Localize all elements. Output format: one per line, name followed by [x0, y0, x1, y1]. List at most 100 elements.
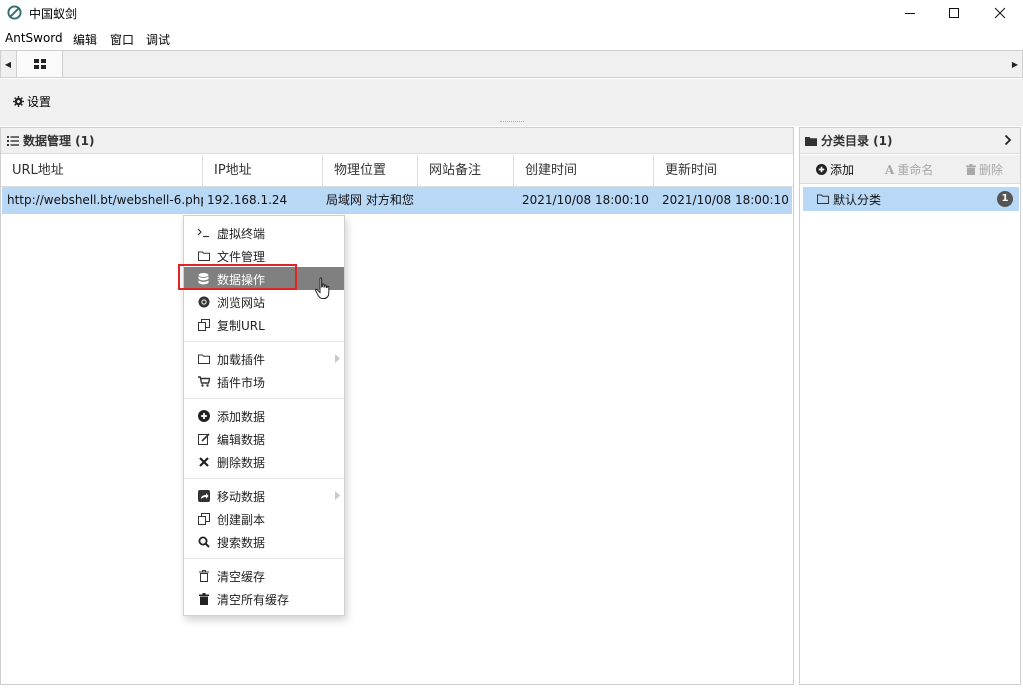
tab-home[interactable] — [16, 51, 63, 77]
category-panel: 分类目录 (1) 添加 A 重命名 删除 默认分类 1 — [799, 127, 1021, 685]
search-icon — [197, 535, 210, 548]
menu-item-delete-data[interactable]: 删除数据 — [184, 450, 344, 473]
menu-item-create-copy[interactable]: 创建副本 — [184, 507, 344, 530]
edit-icon — [197, 432, 210, 445]
menu-separator — [184, 558, 344, 559]
category-item-label: 默认分类 — [833, 192, 882, 207]
menu-item-plugin-market[interactable]: 插件市场 — [184, 370, 344, 393]
cell-created: 2021/10/08 18:00:10 — [522, 193, 649, 207]
menu-antsword[interactable]: AntSword — [5, 31, 63, 45]
grid-header: URL地址 IP地址 物理位置 网站备注 创建时间 更新时间 — [1, 155, 793, 187]
settings-label: 设置 — [27, 95, 52, 109]
menu-item-load-plugin[interactable]: 加载插件 — [184, 347, 344, 370]
trash-icon — [966, 164, 976, 175]
menu-item-label: 创建副本 — [217, 513, 266, 527]
folder-outline-icon — [817, 194, 829, 204]
font-icon: A — [885, 162, 895, 177]
menu-edit[interactable]: 编辑 — [73, 31, 97, 48]
delete-category-button[interactable]: 删除 — [966, 161, 1003, 178]
menu-item-label: 虚拟终端 — [217, 227, 266, 241]
add-category-button[interactable]: 添加 — [816, 161, 854, 178]
minimize-icon — [905, 13, 915, 14]
column-ip[interactable]: IP地址 — [203, 155, 323, 186]
list-icon — [7, 135, 19, 146]
menu-bar: AntSword 编辑 窗口 调试 — [0, 28, 1023, 48]
share-icon — [197, 489, 210, 502]
menu-debug[interactable]: 调试 — [146, 31, 170, 48]
plus-circle-icon — [197, 409, 210, 422]
delete-category-label: 删除 — [979, 163, 1004, 177]
close-icon — [994, 7, 1006, 19]
maximize-icon — [949, 8, 959, 18]
chevron-right-icon[interactable] — [1004, 134, 1012, 146]
column-created[interactable]: 创建时间 — [514, 155, 654, 186]
category-toolbar: 添加 A 重命名 删除 — [800, 155, 1020, 184]
menu-item-label: 搜索数据 — [217, 536, 266, 550]
antsword-logo-icon — [7, 5, 22, 20]
cell-note — [422, 187, 514, 214]
menu-item-label: 删除数据 — [217, 456, 266, 470]
minimize-button[interactable] — [887, 0, 933, 26]
menu-item-move-data[interactable]: 移动数据 — [184, 484, 344, 507]
menu-item-add-data[interactable]: 添加数据 — [184, 404, 344, 427]
trash-outline-icon — [197, 569, 210, 582]
menu-item-label: 加载插件 — [217, 353, 266, 367]
data-management-panel: 数据管理 (1) URL地址 IP地址 物理位置 网站备注 创建时间 更新时间 … — [0, 127, 794, 685]
menu-separator — [184, 478, 344, 479]
window-title: 中国蚁剑 — [29, 7, 78, 21]
plus-circle-icon — [816, 164, 827, 175]
folder-icon — [805, 136, 817, 146]
table-row[interactable]: http://webshell.bt/webshell-6.php 192.16… — [2, 187, 792, 214]
add-category-label: 添加 — [830, 163, 855, 177]
tab-strip: ◀ ▶ — [0, 50, 1023, 78]
menu-item-copy-url[interactable]: 复制URL — [184, 313, 344, 336]
menu-item-label: 移动数据 — [217, 490, 266, 504]
maximize-button[interactable] — [931, 0, 977, 26]
menu-window[interactable]: 窗口 — [110, 31, 134, 48]
copy-icon — [197, 318, 210, 331]
submenu-arrow-icon — [335, 491, 340, 500]
column-url[interactable]: URL地址 — [1, 155, 203, 186]
menu-item-label: 清空缓存 — [217, 570, 266, 584]
highlight-box — [178, 264, 297, 290]
folder-icon — [197, 249, 210, 262]
copy-icon — [197, 512, 210, 525]
menu-item-label: 添加数据 — [217, 410, 266, 424]
menu-item-label: 编辑数据 — [217, 433, 266, 447]
menu-item-clear-all-cache[interactable]: 清空所有缓存 — [184, 587, 344, 610]
submenu-arrow-icon — [335, 354, 340, 363]
title-bar: 中国蚁剑 — [0, 0, 1023, 26]
tab-scroll-left-button[interactable]: ◀ — [1, 51, 15, 77]
column-location[interactable]: 物理位置 — [323, 155, 418, 186]
splitter-handle[interactable] — [500, 121, 524, 123]
toolbar: 设置 — [0, 79, 1023, 126]
close-button[interactable] — [977, 0, 1023, 26]
menu-item-label: 插件市场 — [217, 376, 266, 390]
trash-icon — [197, 592, 210, 605]
menu-item-virtual-terminal[interactable]: 虚拟终端 — [184, 221, 344, 244]
cart-icon — [197, 375, 210, 388]
hand-pointer-icon — [314, 277, 330, 299]
remove-icon — [197, 455, 210, 468]
menu-item-label: 文件管理 — [217, 250, 266, 264]
rename-category-button[interactable]: A 重命名 — [885, 161, 933, 178]
menu-separator — [184, 398, 344, 399]
menu-item-label: 浏览网站 — [217, 296, 266, 310]
cell-location: 局域网 对方和您 — [326, 193, 414, 207]
gear-icon — [13, 96, 24, 107]
cell-ip: 192.168.1.24 — [207, 193, 288, 207]
cell-url: http://webshell.bt/webshell-6.php — [7, 193, 203, 207]
terminal-icon — [197, 226, 210, 239]
menu-item-edit-data[interactable]: 编辑数据 — [184, 427, 344, 450]
column-updated[interactable]: 更新时间 — [654, 155, 793, 186]
category-item-default[interactable]: 默认分类 1 — [803, 187, 1019, 211]
menu-item-search-data[interactable]: 搜索数据 — [184, 530, 344, 553]
settings-button[interactable]: 设置 — [13, 93, 51, 110]
rename-category-label: 重命名 — [897, 163, 934, 177]
menu-item-label: 清空所有缓存 — [217, 593, 290, 607]
menu-item-clear-cache[interactable]: 清空缓存 — [184, 564, 344, 587]
column-note[interactable]: 网站备注 — [418, 155, 514, 186]
data-panel-title: 数据管理 (1) — [23, 134, 95, 148]
data-panel-header: 数据管理 (1) — [1, 128, 793, 154]
tab-scroll-right-button[interactable]: ▶ — [1008, 51, 1022, 77]
